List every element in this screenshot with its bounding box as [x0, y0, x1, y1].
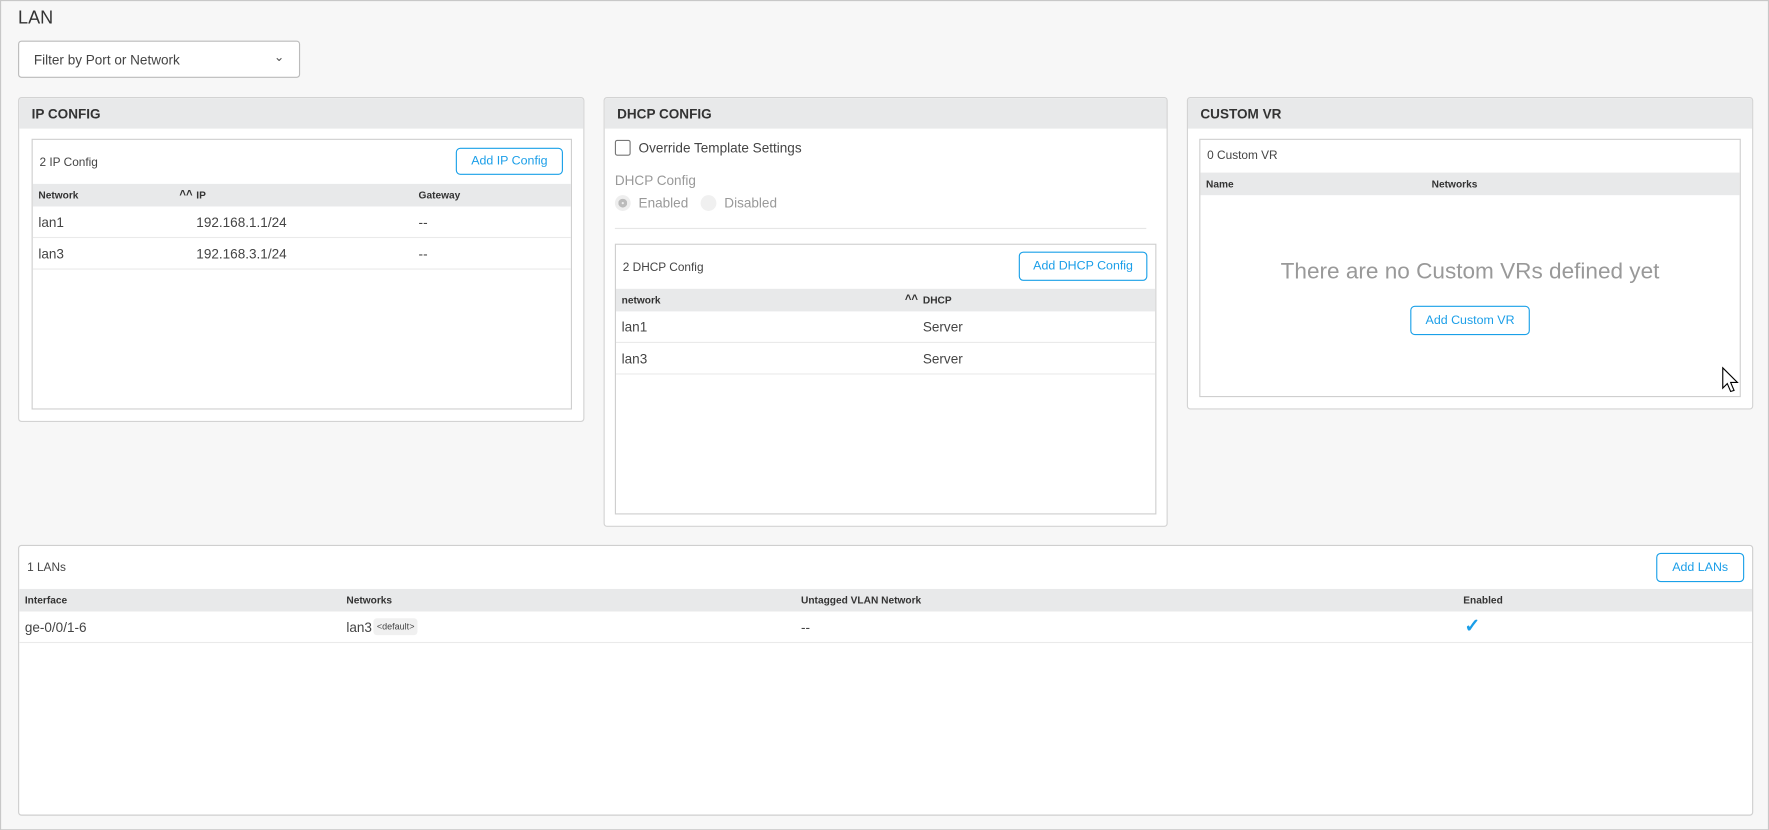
col-untagged-vlan[interactable]: Untagged VLAN Network	[801, 595, 921, 606]
cell-network: lan3	[621, 350, 648, 367]
empty-message: There are no Custom VRs defined yet	[1280, 259, 1660, 285]
sort-icon[interactable]: ˄˄	[179, 187, 192, 199]
checkmark-icon: ✓	[1464, 614, 1481, 637]
col-networks[interactable]: Networks	[346, 595, 392, 606]
dhcp-config-count: 2 DHCP Config	[622, 260, 704, 275]
custom-vr-table: 0 Custom VR Name Networks There are no C…	[1199, 138, 1741, 398]
custom-vr-panel: CUSTOM VR 0 Custom VR Name Networks Ther…	[1186, 97, 1754, 410]
add-dhcp-config-button[interactable]: Add DHCP Config	[1018, 251, 1148, 281]
panel-title: CUSTOM VR	[1187, 98, 1753, 129]
cell-untagged-vlan: --	[801, 619, 811, 636]
custom-vr-count: 0 Custom VR	[1207, 148, 1278, 163]
ip-config-table: 2 IP Config Add IP Config Network ˄˄ IP …	[31, 138, 572, 410]
cell-gateway: --	[418, 245, 428, 262]
mouse-cursor-icon	[1722, 366, 1739, 393]
lan-page: LAN Filter by Port or Network ⌄ IP CONFI…	[0, 0, 1769, 830]
table-row[interactable]: lan3 Server	[615, 343, 1156, 375]
lans-count: 1 LANs	[27, 560, 66, 575]
filter-placeholder: Filter by Port or Network	[33, 51, 180, 68]
override-label[interactable]: Override Template Settings	[639, 140, 802, 156]
ip-config-panel: IP CONFIG 2 IP Config Add IP Config Netw…	[18, 97, 585, 422]
col-enabled[interactable]: Enabled	[1463, 595, 1503, 606]
cell-network: lan1	[621, 319, 648, 336]
lans-panel: 1 LANs Add LANs Interface Networks Untag…	[18, 544, 1754, 816]
filter-dropdown[interactable]: Filter by Port or Network ⌄	[18, 40, 301, 78]
table-row[interactable]: ge-0/0/1-6 lan3 <default> -- ✓	[19, 611, 1753, 644]
dhcp-radio-label: DHCP Config	[614, 172, 696, 189]
radio-enabled[interactable]	[614, 195, 631, 211]
override-checkbox[interactable]	[614, 139, 631, 156]
dhcp-config-panel: DHCP CONFIG Override Template Settings D…	[603, 97, 1168, 527]
cell-dhcp: Server	[922, 350, 963, 367]
ip-config-count: 2 IP Config	[39, 155, 98, 170]
table-row[interactable]: lan3 192.168.3.1/24 --	[32, 238, 571, 270]
radio-enabled-label[interactable]: Enabled	[639, 195, 689, 211]
col-name[interactable]: Name	[1206, 178, 1234, 189]
cell-network: lan3	[346, 619, 372, 636]
cell-gateway: --	[418, 214, 428, 231]
default-badge: <default>	[373, 618, 418, 636]
table-row[interactable]: lan1 Server	[615, 311, 1156, 343]
table-row[interactable]: lan1 192.168.1.1/24 --	[32, 206, 571, 239]
col-network[interactable]: Network	[38, 190, 78, 201]
col-ip[interactable]: IP	[196, 190, 206, 201]
sort-icon[interactable]: ˄˄	[905, 292, 918, 304]
col-interface[interactable]: Interface	[25, 595, 67, 606]
panel-title: IP CONFIG	[19, 98, 584, 129]
add-ip-config-button[interactable]: Add IP Config	[455, 147, 563, 175]
col-networks[interactable]: Networks	[1432, 178, 1478, 189]
cell-ip: 192.168.3.1/24	[196, 245, 287, 262]
col-dhcp[interactable]: DHCP	[923, 294, 952, 305]
radio-disabled[interactable]	[700, 195, 717, 211]
cell-interface: ge-0/0/1-6	[24, 619, 87, 636]
page-title: LAN	[18, 9, 54, 29]
add-lans-button[interactable]: Add LANs	[1656, 552, 1745, 583]
panel-title: DHCP CONFIG	[604, 98, 1167, 129]
col-gateway[interactable]: Gateway	[419, 190, 461, 201]
radio-disabled-label[interactable]: Disabled	[724, 195, 777, 211]
cell-network: lan1	[38, 214, 64, 231]
cell-dhcp: Server	[922, 319, 963, 336]
chevron-down-icon: ⌄	[273, 50, 285, 65]
divider	[614, 227, 1147, 230]
col-network[interactable]: network	[622, 294, 661, 305]
dhcp-config-table: 2 DHCP Config Add DHCP Config network ˄˄…	[614, 243, 1157, 515]
cell-ip: 192.168.1.1/24	[196, 214, 287, 231]
cell-network: lan3	[38, 245, 64, 262]
add-custom-vr-button[interactable]: Add Custom VR	[1410, 305, 1530, 336]
